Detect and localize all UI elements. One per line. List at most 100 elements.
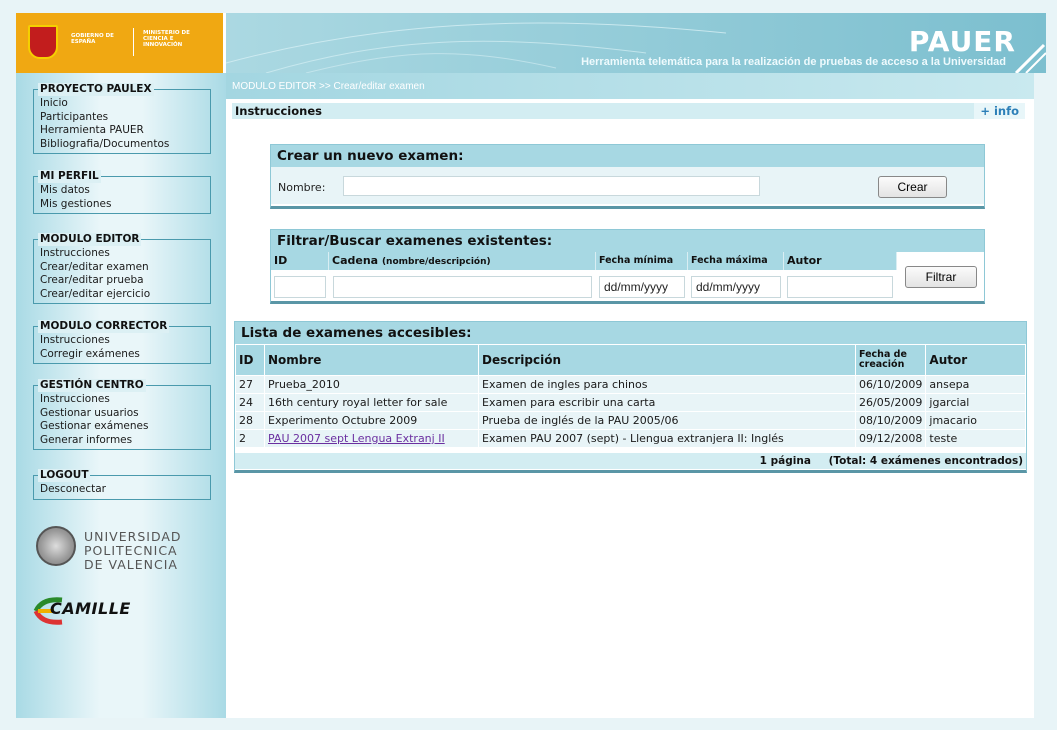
nav-item-centro-instrucciones[interactable]: Instrucciones [40,393,204,407]
cell-id: 27 [236,376,264,393]
app-title: PAUER [908,25,1016,58]
government-name: GOBIERNO DE ESPAÑA [71,33,114,45]
cell-descripcion: Examen de ingles para chinos [479,376,855,393]
nav-group-title: LOGOUT [38,469,91,482]
cell-id: 24 [236,394,264,411]
nav-item-desconectar[interactable]: Desconectar [40,483,204,497]
upv-logo: UNIVERSIDAD POLITECNICA DE VALENCIA [36,522,206,582]
nav-item-bibliografia[interactable]: Bibliografia/Documentos [40,138,204,152]
total-count: (Total: 4 exámenes encontrados) [828,455,1023,467]
filter-header-fecha-min: Fecha mínima [596,252,688,270]
filter-header-id: ID [271,252,329,270]
filter-header-fecha-max: Fecha máxima [688,252,784,270]
filter-fecha-min-input[interactable] [599,276,685,298]
create-exam-button[interactable]: Crear [878,176,947,198]
cell-descripcion: Examen para escribir una carta [479,394,855,411]
nav-item-crear-editar-ejercicio[interactable]: Crear/editar ejercicio [40,288,204,302]
nav-group-title: MODULO EDITOR [38,233,142,246]
exam-link[interactable]: PAU 2007 sept Lengua Extranj II [268,432,445,445]
cell-fecha: 26/05/2009 [856,394,926,411]
filter-button[interactable]: Filtrar [905,266,977,288]
nav-item-mis-gestiones[interactable]: Mis gestiones [40,198,204,212]
nav-group-title: MODULO CORRECTOR [38,320,170,333]
filter-header-autor: Autor [784,252,897,270]
nav-item-corrector-instrucciones[interactable]: Instrucciones [40,334,204,348]
table-row[interactable]: 28 Experimento Octubre 2009 Prueba de in… [236,412,1025,429]
upv-name-line: UNIVERSIDAD [84,529,182,544]
cell-id: 28 [236,412,264,429]
nav-item-corregir-examenes[interactable]: Corregir exámenes [40,348,204,362]
cell-descripcion: Examen PAU 2007 (sept) - Llengua extranj… [479,430,855,447]
exam-list-title: Lista de examenes accesibles: [235,322,1026,344]
cell-nombre[interactable]: Prueba_2010 [265,376,478,393]
cell-fecha: 09/12/2008 [856,430,926,447]
camille-wordmark: CAMILLE [50,599,131,618]
column-header-fecha: Fecha de creación [856,345,926,375]
filter-fecha-max-input[interactable] [691,276,781,298]
cell-fecha: 06/10/2009 [856,376,926,393]
nav-item-mis-datos[interactable]: Mis datos [40,184,204,198]
pagination-footer: 1 página (Total: 4 exámenes encontrados) [235,453,1026,469]
table-row[interactable]: 2 PAU 2007 sept Lengua Extranj II Examen… [236,430,1025,447]
page-frame: GOBIERNO DE ESPAÑA MINISTERIO DE CIENCIA… [0,0,1057,730]
nav-group-logout: LOGOUT Desconectar [33,469,211,500]
breadcrumb-bar: MODULO EDITOR >> Crear/editar examen [226,73,1034,99]
cell-autor: ansepa [926,376,1025,393]
exam-list-panel: Lista de examenes accesibles: ID Nombre … [234,321,1027,473]
nav-group-proyecto-paulex: PROYECTO PAULEX Inicio Participantes Her… [33,83,211,154]
government-logo: GOBIERNO DE ESPAÑA MINISTERIO DE CIENCIA… [16,13,226,73]
app-subtitle: Herramienta telemática para la realizaci… [581,56,1006,68]
filter-exams-panel: Filtrar/Buscar examenes existentes: ID C… [270,229,985,304]
cell-autor: jmacario [926,412,1025,429]
nav-item-herramienta-pauer[interactable]: Herramienta PAUER [40,124,204,138]
column-header-id: ID [236,345,264,375]
filter-header-cadena-label: Cadena [332,254,379,267]
filter-exams-title: Filtrar/Buscar examenes existentes: [271,230,984,252]
nav-item-gestionar-usuarios[interactable]: Gestionar usuarios [40,407,204,421]
column-header-nombre: Nombre [265,345,478,375]
more-info-link[interactable]: + info [974,103,1025,119]
create-exam-form: Nombre: Crear [271,167,984,204]
nav-group-title: PROYECTO PAULEX [38,83,154,96]
nav-item-crear-editar-examen[interactable]: Crear/editar examen [40,261,204,275]
cell-id: 2 [236,430,264,447]
nav-group-modulo-corrector: MODULO CORRECTOR Instrucciones Corregir … [33,320,211,364]
filter-header-cadena: Cadena (nombre/descripción) [329,252,596,270]
coat-of-arms-icon [28,25,58,59]
nav-group-gestion-centro: GESTIÓN CENTRO Instrucciones Gestionar u… [33,379,211,450]
nav-item-crear-editar-prueba[interactable]: Crear/editar prueba [40,274,204,288]
filter-id-input[interactable] [274,276,326,298]
cell-nombre: PAU 2007 sept Lengua Extranj II [265,430,478,447]
cell-nombre[interactable]: Experimento Octubre 2009 [265,412,478,429]
filter-autor-input[interactable] [787,276,893,298]
cell-fecha: 08/10/2009 [856,412,926,429]
create-exam-title: Crear un nuevo examen: [271,145,984,167]
instructions-title[interactable]: Instrucciones [235,104,322,118]
nav-item-participantes[interactable]: Participantes [40,111,204,125]
nombre-label: Nombre: [278,181,326,194]
cell-nombre[interactable]: 16th century royal letter for sale [265,394,478,411]
upv-name-line: POLITECNICA [84,543,178,558]
nav-group-modulo-editor: MODULO EDITOR Instrucciones Crear/editar… [33,233,211,304]
filter-cadena-input[interactable] [333,276,592,298]
column-header-descripcion: Descripción [479,345,855,375]
nav-item-inicio[interactable]: Inicio [40,97,204,111]
instructions-bar: Instrucciones + info [232,103,1025,119]
nav-group-title: MI PERFIL [38,170,101,183]
exam-table: ID Nombre Descripción Fecha de creación … [235,344,1026,448]
table-row[interactable]: 24 16th century royal letter for sale Ex… [236,394,1025,411]
table-row[interactable]: 27 Prueba_2010 Examen de ingles para chi… [236,376,1025,393]
filter-header-cadena-hint: (nombre/descripción) [381,257,491,267]
nav-item-gestionar-examenes[interactable]: Gestionar exámenes [40,420,204,434]
page-count: 1 página [759,455,811,467]
university-seal-icon [36,526,76,566]
nav-item-editor-instrucciones[interactable]: Instrucciones [40,247,204,261]
main-content: MODULO EDITOR >> Crear/editar examen Ins… [226,73,1034,718]
nav-group-mi-perfil: MI PERFIL Mis datos Mis gestiones [33,170,211,214]
cell-autor: jgarcial [926,394,1025,411]
nav-item-generar-informes[interactable]: Generar informes [40,434,204,448]
exam-name-input[interactable] [343,176,760,196]
camille-logo: CAMILLE [32,596,162,626]
cell-descripcion: Prueba de inglés de la PAU 2005/06 [479,412,855,429]
logo-divider [133,28,134,56]
